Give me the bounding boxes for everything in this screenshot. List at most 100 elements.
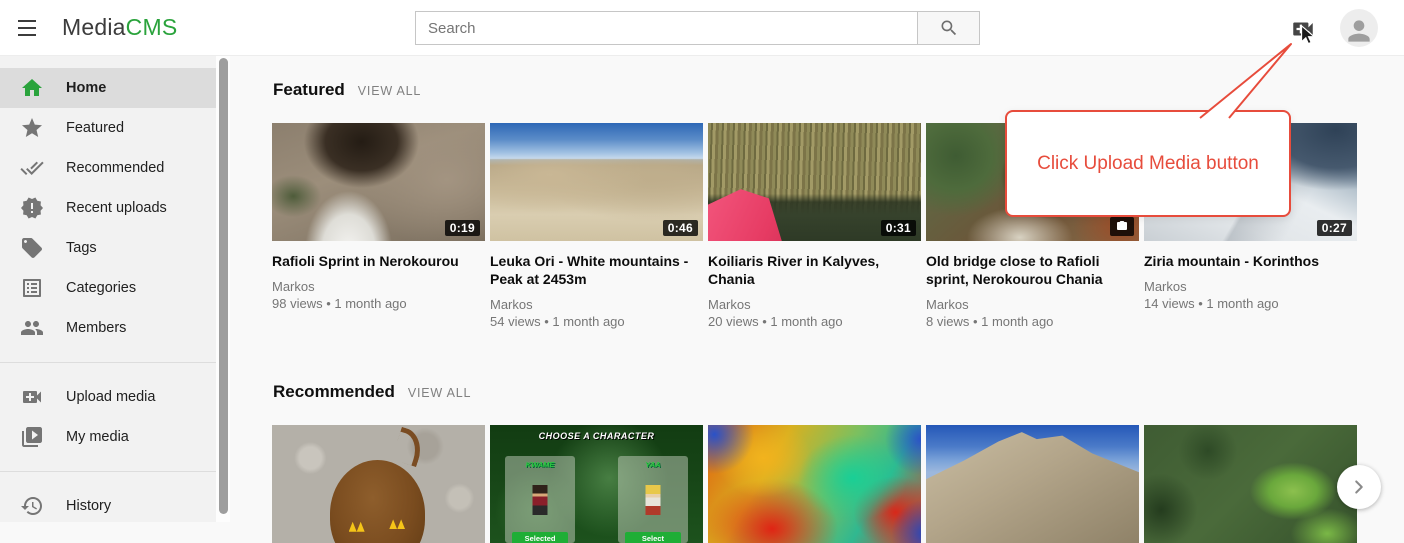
video-thumbnail[interactable] xyxy=(926,425,1139,543)
media-card: CHOOSE A CHARACTER KWAME YAA Selected Se… xyxy=(490,425,703,543)
media-card xyxy=(708,425,921,543)
video-library-icon xyxy=(20,425,44,449)
video-thumbnail[interactable]: 0:19 xyxy=(272,123,485,241)
sidebar-item-recommended[interactable]: Recommended xyxy=(0,148,216,188)
thumbnail-art xyxy=(645,485,660,515)
section-title: Featured xyxy=(273,80,345,100)
video-author[interactable]: Markos xyxy=(926,296,1139,313)
thumbnail-overlay-text: Selected xyxy=(512,532,567,543)
duration-badge: 0:27 xyxy=(1317,220,1352,236)
thumbnail-art xyxy=(330,460,426,543)
video-author[interactable]: Markos xyxy=(1144,278,1357,295)
sidebar-item-label: Home xyxy=(66,80,106,96)
featured-view-all-link[interactable]: VIEW ALL xyxy=(358,84,421,98)
video-call-icon xyxy=(20,385,44,409)
sidebar-item-featured[interactable]: Featured xyxy=(0,108,216,148)
section-title: Recommended xyxy=(273,382,395,402)
video-thumbnail[interactable] xyxy=(272,425,485,543)
duration-badge: 0:46 xyxy=(663,220,698,236)
thumbnail-art xyxy=(391,427,426,467)
recommended-section-header: Recommended VIEW ALL xyxy=(273,382,1404,402)
sidebar-item-label: My media xyxy=(66,429,129,445)
home-icon xyxy=(20,76,44,100)
sidebar-item-label: History xyxy=(66,498,111,514)
chevron-right-icon xyxy=(1348,476,1370,498)
thumbnail-art xyxy=(708,189,825,241)
sidebar-item-my-media[interactable]: My media xyxy=(0,417,216,457)
sidebar-item-history[interactable]: History xyxy=(0,486,216,526)
menu-icon[interactable] xyxy=(14,15,40,41)
duration-badge: 0:19 xyxy=(445,220,480,236)
thumbnail-overlay-text: Select xyxy=(625,532,680,543)
sidebar-item-label: Recommended xyxy=(66,160,164,176)
video-thumbnail[interactable]: CHOOSE A CHARACTER KWAME YAA Selected Se… xyxy=(490,425,703,543)
video-meta: 8 views • 1 month ago xyxy=(926,313,1139,330)
app-logo[interactable]: MediaCMS xyxy=(62,14,177,41)
video-title[interactable]: Leuka Ori - White mountains - Peak at 24… xyxy=(490,252,703,288)
sidebar-divider xyxy=(0,471,216,472)
video-title[interactable]: Koiliaris River in Kalyves, Chania xyxy=(708,252,921,288)
tag-icon xyxy=(20,236,44,260)
sidebar-divider xyxy=(0,362,216,363)
carousel-next-button[interactable] xyxy=(1337,465,1381,509)
video-meta: 20 views • 1 month ago xyxy=(708,313,921,330)
search-icon xyxy=(939,18,959,38)
sidebar-item-label: Recent uploads xyxy=(66,200,167,216)
camera-icon xyxy=(1110,217,1134,236)
media-card: 0:31 Koiliaris River in Kalyves, Chania … xyxy=(708,123,921,330)
video-thumbnail[interactable] xyxy=(1144,425,1357,543)
media-card xyxy=(1144,425,1357,543)
sidebar-item-label: Featured xyxy=(66,120,124,136)
video-author[interactable]: Markos xyxy=(708,296,921,313)
history-icon xyxy=(20,494,44,518)
sidebar-item-label: Members xyxy=(66,320,126,336)
video-meta: 54 views • 1 month ago xyxy=(490,313,703,330)
video-thumbnail[interactable]: 0:46 xyxy=(490,123,703,241)
search-input[interactable] xyxy=(415,11,917,45)
list-alt-icon xyxy=(20,276,44,300)
recommended-view-all-link[interactable]: VIEW ALL xyxy=(408,386,471,400)
thumbnail-art: YAA xyxy=(618,456,688,543)
sidebar-item-members[interactable]: Members xyxy=(0,308,216,348)
tooltip-pointer xyxy=(1140,30,1320,130)
sidebar-scrollbar[interactable] xyxy=(219,58,228,514)
thumbnail-art xyxy=(926,425,1139,543)
video-author[interactable]: Markos xyxy=(490,296,703,313)
sidebar-item-label: Upload media xyxy=(66,389,155,405)
done-all-icon xyxy=(20,156,44,180)
video-title[interactable]: Rafioli Sprint in Nerokourou xyxy=(272,252,485,270)
sidebar-item-tags[interactable]: Tags xyxy=(0,228,216,268)
search-bar xyxy=(415,11,980,45)
thumbnail-art: KWAME xyxy=(505,456,575,543)
media-card: 0:46 Leuka Ori - White mountains - Peak … xyxy=(490,123,703,330)
thumbnail-art xyxy=(533,485,548,515)
sidebar: Home Featured Recommended Recent uploads… xyxy=(0,56,216,522)
video-title[interactable]: Ziria mountain - Korinthos xyxy=(1144,252,1357,270)
sidebar-item-home[interactable]: Home xyxy=(0,68,216,108)
star-icon xyxy=(20,116,44,140)
sidebar-item-upload-media[interactable]: Upload media xyxy=(0,377,216,417)
sidebar-item-recent-uploads[interactable]: Recent uploads xyxy=(0,188,216,228)
sidebar-item-label: Tags xyxy=(66,240,97,256)
video-meta: 98 views • 1 month ago xyxy=(272,295,485,312)
media-card: 0:19 Rafioli Sprint in Nerokourou Markos… xyxy=(272,123,485,312)
video-title[interactable]: Old bridge close to Rafioli sprint, Nero… xyxy=(926,252,1139,288)
sidebar-item-categories[interactable]: Categories xyxy=(0,268,216,308)
duration-badge: 0:31 xyxy=(881,220,916,236)
people-icon xyxy=(20,316,44,340)
video-meta: 14 views • 1 month ago xyxy=(1144,295,1357,312)
new-releases-icon xyxy=(20,196,44,220)
thumbnail-overlay-text: CHOOSE A CHARACTER xyxy=(490,431,703,441)
mouse-cursor-icon xyxy=(1297,24,1319,46)
recommended-cards-row: CHOOSE A CHARACTER KWAME YAA Selected Se… xyxy=(272,425,1404,543)
sidebar-scrollbar-track xyxy=(216,56,230,522)
media-card xyxy=(272,425,485,543)
sidebar-item-label: Categories xyxy=(66,280,136,296)
user-avatar-icon[interactable] xyxy=(1340,9,1378,47)
video-thumbnail[interactable]: 0:31 xyxy=(708,123,921,241)
video-author[interactable]: Markos xyxy=(272,278,485,295)
tour-tooltip-text: Click Upload Media button xyxy=(1037,153,1259,175)
media-card xyxy=(926,425,1139,543)
video-thumbnail[interactable] xyxy=(708,425,921,543)
search-button[interactable] xyxy=(917,11,980,45)
